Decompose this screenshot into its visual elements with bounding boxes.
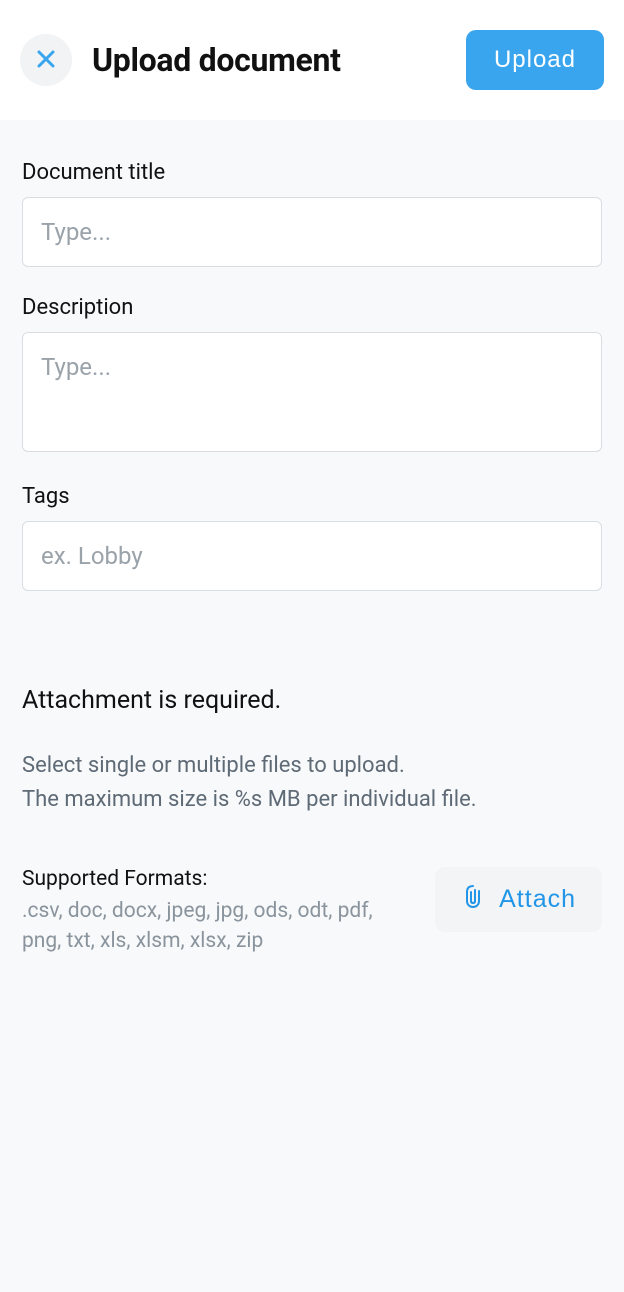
formats-row: Supported Formats: .csv, doc, docx, jpeg… — [22, 867, 602, 956]
attach-button-label: Attach — [499, 885, 576, 914]
tags-label: Tags — [22, 484, 602, 509]
upload-button[interactable]: Upload — [466, 30, 604, 90]
attachment-required-text: Attachment is required. — [22, 686, 602, 715]
header: Upload document Upload — [0, 0, 624, 120]
page-title: Upload document — [92, 41, 466, 79]
title-input[interactable] — [22, 197, 602, 267]
description-field-group: Description — [22, 295, 602, 456]
formats-list: .csv, doc, docx, jpeg, jpg, ods, odt, pd… — [22, 897, 382, 956]
attach-button[interactable]: Attach — [435, 867, 602, 932]
attachment-help-line2: The maximum size is %s MB per individual… — [22, 783, 602, 817]
formats-title: Supported Formats: — [22, 867, 415, 891]
formats-column: Supported Formats: .csv, doc, docx, jpeg… — [22, 867, 415, 956]
close-button[interactable] — [20, 34, 72, 86]
attachment-section: Attachment is required. Select single or… — [22, 686, 602, 956]
content-area: Document title Description Tags Attachme… — [0, 120, 624, 1292]
attachment-help-line1: Select single or multiple files to uploa… — [22, 749, 602, 783]
attachment-help-text: Select single or multiple files to uploa… — [22, 749, 602, 817]
paperclip-icon — [461, 883, 485, 916]
tags-input[interactable] — [22, 521, 602, 591]
title-label: Document title — [22, 160, 602, 185]
close-icon — [34, 47, 58, 74]
description-label: Description — [22, 295, 602, 320]
title-field-group: Document title — [22, 160, 602, 267]
tags-field-group: Tags — [22, 484, 602, 591]
description-input[interactable] — [22, 332, 602, 452]
